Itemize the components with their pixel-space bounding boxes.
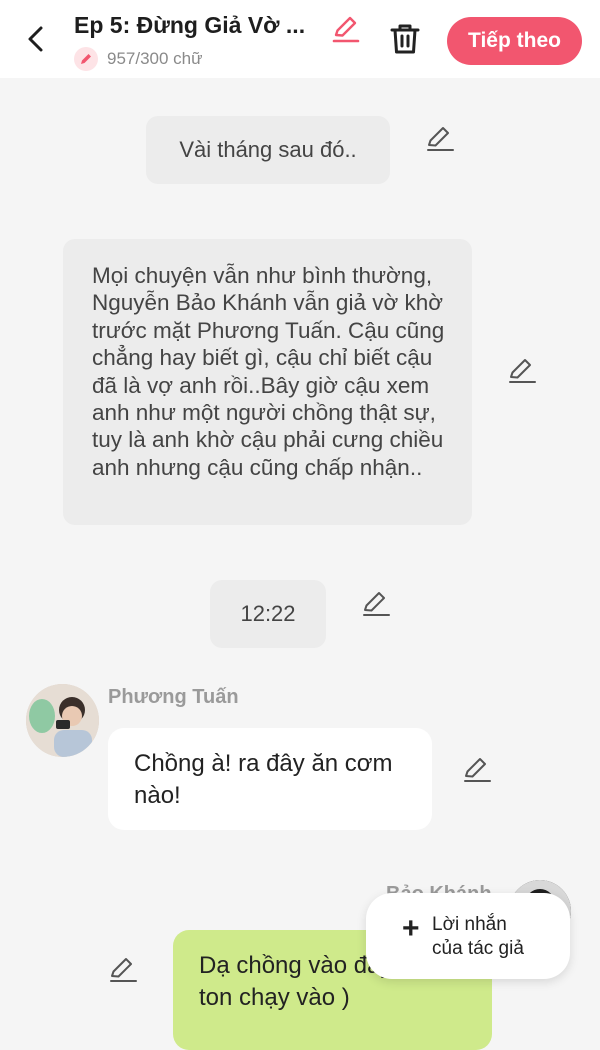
- sender-name: Phương Tuấn: [108, 686, 239, 708]
- pencil-icon[interactable]: [425, 125, 455, 155]
- word-count: 957/300 chữ: [74, 47, 203, 71]
- narration-bubble[interactable]: Mọi chuyện vẫn như bình thường, Nguyễn B…: [63, 239, 472, 525]
- episode-title[interactable]: Ep 5: Đừng Giả Vờ ...: [74, 12, 324, 39]
- pencil-icon[interactable]: [462, 756, 492, 786]
- trash-icon[interactable]: [388, 22, 422, 56]
- narration-bubble[interactable]: Vài tháng sau đó..: [146, 116, 390, 184]
- pencil-icon[interactable]: [361, 590, 391, 620]
- author-note-button[interactable]: + Lời nhắn của tác giả: [366, 893, 570, 979]
- top-bar: Ep 5: Đừng Giả Vờ ... 957/300 chữ Tiếp t…: [0, 0, 600, 78]
- avatar[interactable]: [26, 684, 99, 757]
- message-bubble[interactable]: Chồng à! ra đây ăn cơm nào!: [108, 728, 432, 830]
- pencil-icon[interactable]: [507, 357, 537, 387]
- author-note-label: Lời nhắn của tác giả: [432, 914, 524, 959]
- edit-title-icon[interactable]: [331, 14, 361, 44]
- pencil-badge-icon: [74, 47, 98, 71]
- back-icon[interactable]: [22, 24, 52, 54]
- word-count-text: 957/300 chữ: [107, 49, 203, 68]
- pencil-icon[interactable]: [108, 956, 138, 986]
- plus-icon: +: [402, 912, 420, 945]
- timestamp-bubble[interactable]: 12:22: [210, 580, 326, 648]
- next-button[interactable]: Tiếp theo: [447, 17, 582, 65]
